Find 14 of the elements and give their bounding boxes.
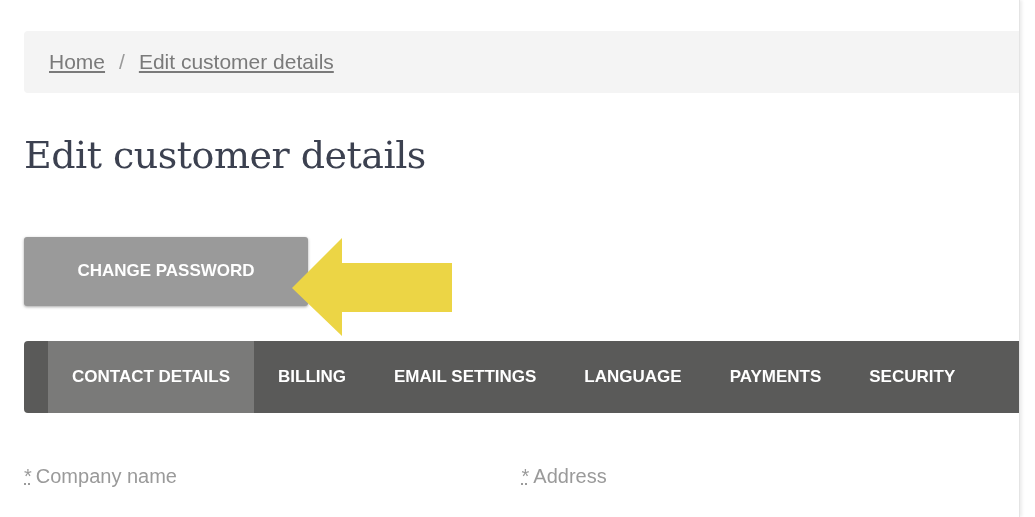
page-title: Edit customer details — [24, 133, 427, 179]
required-marker: * — [24, 464, 32, 487]
tab[interactable]: EMAIL SETTINGS — [370, 340, 561, 413]
tab[interactable]: SECURITY — [845, 340, 980, 413]
tab[interactable]: LANGUAGE — [560, 340, 706, 413]
breadcrumb-separator: / — [119, 49, 125, 76]
breadcrumb-link[interactable]: Home — [49, 46, 106, 78]
field-label: Company name — [35, 464, 177, 487]
tab[interactable]: PAYMENTS — [705, 340, 846, 413]
tab[interactable]: BILLING — [254, 340, 371, 413]
field-label: Address — [533, 464, 607, 487]
tab[interactable]: CONTACT DETAILS — [48, 340, 255, 413]
breadcrumb-link[interactable]: Edit customer details — [138, 46, 334, 78]
required-marker: * — [521, 464, 530, 487]
